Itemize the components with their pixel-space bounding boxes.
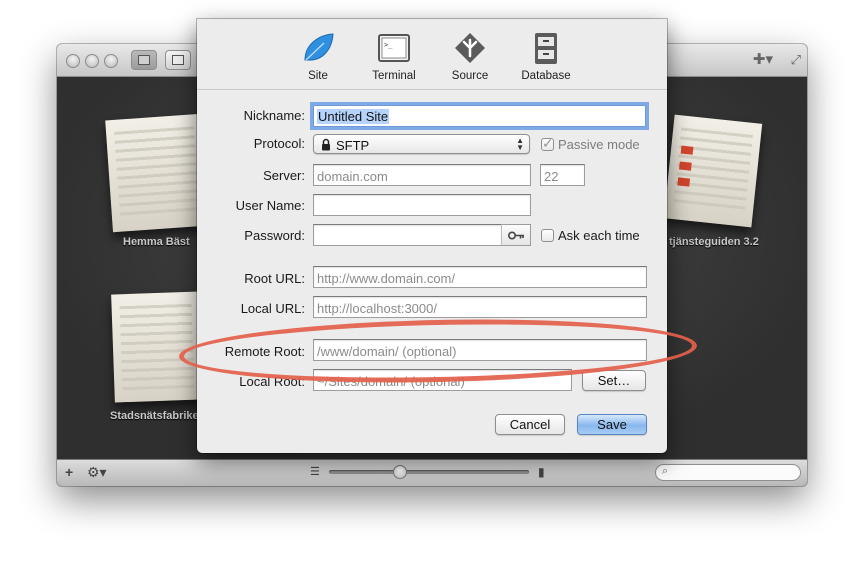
local-root-label: Local Root:: [239, 374, 305, 389]
thumbnail-image: [119, 303, 195, 391]
database-icon: [535, 33, 557, 64]
site-name[interactable]: tjänsteguiden 3.2: [669, 236, 759, 248]
tab-label: Terminal: [372, 70, 416, 82]
gear-menu-icon[interactable]: ⚙▾: [87, 464, 107, 480]
source-icon: [455, 33, 485, 63]
local-url-field[interactable]: [313, 296, 647, 318]
small-thumbnail-icon: ☰: [310, 466, 320, 478]
site-name[interactable]: Stadsnätsfabriken: [110, 410, 205, 422]
keychain-button[interactable]: [501, 224, 531, 246]
search-field[interactable]: ⌕: [655, 464, 801, 481]
list-view-button[interactable]: [165, 50, 191, 70]
leaf-icon: [304, 33, 334, 61]
remote-root-field[interactable]: [313, 339, 647, 361]
set-local-root-button[interactable]: Set…: [582, 370, 646, 391]
thumbnail-image: [673, 127, 753, 215]
lock-icon: [322, 138, 330, 151]
add-icon[interactable]: +: [65, 464, 73, 480]
sheet-toolbar: Site >_ Terminal Source Database: [197, 19, 667, 90]
remote-root-label: Remote Root:: [224, 344, 305, 359]
password-field[interactable]: [313, 224, 502, 246]
username-field[interactable]: [313, 194, 531, 216]
tab-label: Database: [521, 70, 571, 82]
nickname-field[interactable]: Untitled Site: [313, 105, 646, 127]
thumbnail-image: [677, 177, 691, 187]
zoom-slider-knob[interactable]: [393, 465, 407, 479]
ask-each-time-label: Ask each time: [558, 228, 640, 243]
site-thumbnail[interactable]: [111, 291, 203, 403]
thumbnail-image: [680, 145, 694, 155]
cancel-button[interactable]: Cancel: [495, 414, 565, 435]
close-window-button[interactable]: [66, 54, 80, 68]
window-bottom-bar: + ⚙▾ ☰ ▮ ⌕: [57, 459, 807, 486]
tab-label: Source: [451, 70, 489, 82]
protocol-label: Protocol:: [253, 136, 305, 151]
site-thumbnail[interactable]: [663, 114, 763, 228]
tab-label: Site: [308, 70, 328, 82]
search-icon: ⌕: [662, 465, 669, 477]
nickname-value: Untitled Site: [317, 109, 390, 124]
thumbnail-image: [678, 161, 692, 171]
tab-source[interactable]: Source: [445, 30, 495, 82]
grid-view-icon: [138, 55, 150, 65]
key-icon: [508, 231, 524, 240]
password-label: Password:: [244, 228, 305, 243]
grid-view-button[interactable]: [131, 50, 157, 70]
save-button[interactable]: Save: [577, 414, 647, 435]
new-site-sheet: Site >_ Terminal Source Database Nicknam…: [197, 19, 667, 453]
site-thumbnail[interactable]: [105, 113, 209, 233]
root-url-field[interactable]: [313, 266, 647, 288]
list-view-icon: [172, 55, 184, 65]
protocol-value: SFTP: [336, 138, 370, 153]
large-thumbnail-icon: ▮: [538, 465, 545, 479]
fullscreen-icon[interactable]: ⤢: [791, 51, 801, 69]
passive-mode-label: Passive mode: [558, 137, 640, 152]
zoom-window-button[interactable]: [104, 54, 118, 68]
username-label: User Name:: [235, 198, 305, 213]
server-label: Server:: [263, 168, 305, 183]
svg-text:>_: >_: [384, 41, 393, 49]
tab-database[interactable]: Database: [515, 30, 577, 82]
protocol-popup[interactable]: SFTP ▲ ▼: [313, 134, 530, 154]
checkmark-icon: ✓: [542, 135, 554, 151]
passive-mode-checkbox[interactable]: ✓: [541, 135, 554, 151]
zoom-slider[interactable]: [329, 465, 529, 479]
local-url-label: Local URL:: [240, 301, 305, 316]
tab-site[interactable]: Site: [295, 30, 341, 82]
port-field[interactable]: [540, 164, 585, 186]
thumbnail-image: [114, 126, 200, 220]
server-field[interactable]: [313, 164, 531, 186]
nickname-label: Nickname:: [243, 108, 305, 123]
tab-terminal[interactable]: >_ Terminal: [365, 30, 423, 82]
local-root-field[interactable]: [313, 369, 572, 391]
minimize-window-button[interactable]: [85, 54, 99, 68]
site-name[interactable]: Hemma Bäst: [123, 236, 190, 248]
terminal-icon: >_: [378, 34, 410, 62]
ask-each-time-checkbox[interactable]: [541, 229, 554, 242]
chevron-updown-icon: ▲ ▼: [516, 136, 524, 152]
root-url-label: Root URL:: [244, 271, 305, 286]
add-site-menu-icon[interactable]: ✚▾: [753, 51, 773, 69]
